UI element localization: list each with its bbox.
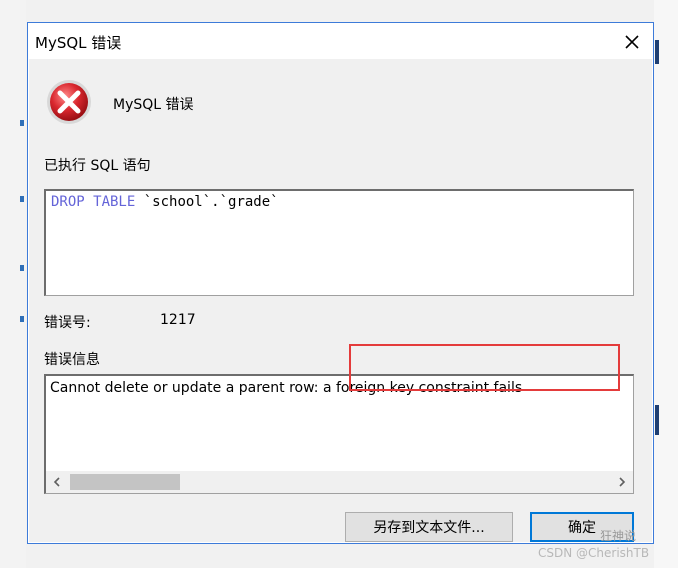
- chevron-right-icon: [619, 477, 626, 487]
- error-icon: [47, 80, 91, 124]
- close-button[interactable]: [619, 29, 645, 55]
- highlight-annotation-box: [349, 344, 620, 391]
- dialog-body: MySQL 错误 已执行 SQL 语句 DROP TABLE `school`.…: [29, 59, 652, 542]
- background-window-right: [654, 0, 678, 568]
- mysql-error-dialog: MySQL 错误 MySQL 错误 已执行 SQL 语句 DROP TABLE …: [27, 22, 654, 544]
- background-marker: [20, 120, 24, 126]
- error-info-label: 错误信息: [44, 352, 100, 368]
- error-message-textarea[interactable]: Cannot delete or update a parent row: a …: [44, 374, 634, 494]
- background-window-left: [0, 0, 26, 568]
- error-code-label: 错误号:: [44, 315, 91, 331]
- dialog-title: MySQL 错误: [35, 34, 122, 52]
- watermark-author: 狂神说: [600, 529, 637, 543]
- scrollbar-thumb[interactable]: [70, 474, 180, 490]
- scroll-left-button[interactable]: [46, 471, 68, 493]
- background-marker: [20, 265, 24, 271]
- background-marker: [655, 405, 659, 435]
- error-header: MySQL 错误: [113, 97, 194, 113]
- background-marker: [20, 316, 24, 322]
- sql-keyword: DROP TABLE: [51, 194, 136, 210]
- watermark-csdn: CSDN @CherishTB: [538, 546, 650, 560]
- error-code-value: 1217: [160, 312, 196, 328]
- background-marker: [20, 196, 24, 202]
- close-icon: [625, 35, 639, 49]
- scroll-right-button[interactable]: [611, 471, 633, 493]
- save-to-text-file-button[interactable]: 另存到文本文件...: [345, 512, 513, 542]
- horizontal-scrollbar[interactable]: [46, 471, 633, 493]
- executed-sql-label: 已执行 SQL 语句: [44, 158, 151, 174]
- background-marker: [655, 40, 659, 64]
- chevron-left-icon: [53, 477, 60, 487]
- sql-identifier: `school`.`grade`: [135, 194, 279, 210]
- executed-sql-textarea[interactable]: DROP TABLE `school`.`grade`: [44, 189, 634, 296]
- title-bar: MySQL 错误: [28, 23, 653, 59]
